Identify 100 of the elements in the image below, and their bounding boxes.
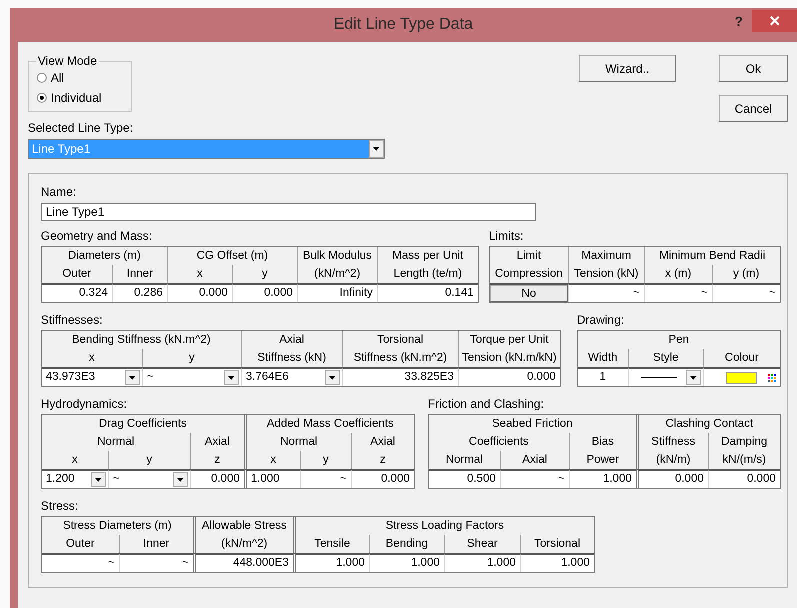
line-style-dropdown[interactable] <box>628 367 703 386</box>
table-cell[interactable]: ~ <box>119 553 193 572</box>
window-title: Edit Line Type Data <box>334 16 474 34</box>
column-header: Minimum Bend Radii <box>644 247 780 265</box>
table-cell[interactable]: 0.000 <box>458 367 560 386</box>
column-header: Diameters (m) <box>67 249 142 264</box>
table-cell[interactable]: 0.000 <box>351 469 414 488</box>
table-cell[interactable]: ~ <box>644 283 712 302</box>
column-header: Outer <box>65 537 96 552</box>
column-header: Maximum <box>568 247 644 265</box>
column-header: Limit <box>516 249 542 264</box>
column-header: Axial <box>241 331 342 349</box>
dropdown-button[interactable] <box>224 370 239 385</box>
table-cell[interactable]: 0.324 <box>42 283 112 302</box>
table-cell[interactable]: ~ <box>712 283 780 302</box>
field-label: Name: <box>41 185 78 200</box>
caret-icon <box>329 376 336 380</box>
dropdown-field[interactable]: ~ <box>142 367 241 386</box>
name-field[interactable]: Line Type1 <box>41 203 536 221</box>
table-cell[interactable]: ~ <box>500 469 569 488</box>
column-header: CG Offset (m) <box>167 247 297 265</box>
table-cell[interactable]: 0.000 <box>232 283 297 302</box>
caret-icon <box>177 478 184 482</box>
column-header: Normal <box>96 435 136 450</box>
column-header: Drag Coefficients <box>98 417 188 432</box>
column-header: Axial <box>351 433 414 451</box>
column-header: Outer <box>62 267 92 282</box>
close-button[interactable] <box>752 10 797 32</box>
dropdown-field[interactable]: ~ <box>108 469 190 488</box>
dropdown-button[interactable] <box>686 370 701 385</box>
table-cell[interactable]: 1.000 <box>569 469 636 488</box>
table-cell[interactable]: 0.000 <box>636 469 708 488</box>
table-cell[interactable]: 1 <box>578 367 628 386</box>
column-header: Damping <box>708 433 780 451</box>
column-header: Pen <box>668 333 690 348</box>
ok-button[interactable]: Ok <box>719 55 788 82</box>
table-cell[interactable]: 448.000E3 <box>193 553 293 572</box>
radio-label: Individual <box>51 91 102 105</box>
dropdown-button[interactable] <box>91 472 106 487</box>
column-header: Mass per Unit <box>377 247 478 265</box>
radio-button[interactable] <box>37 73 47 83</box>
dropdown-field[interactable]: 43.973E3 <box>42 367 142 386</box>
cancel-button[interactable]: Cancel <box>719 95 788 122</box>
caret-icon <box>95 478 102 482</box>
table-cell[interactable]: 1.000 <box>244 469 300 488</box>
table-cell[interactable]: 0.141 <box>377 283 478 302</box>
table-cell[interactable]: 0.286 <box>112 283 167 302</box>
column-header: Axial <box>190 433 244 451</box>
caret-icon <box>228 376 235 380</box>
column-header: Bending Stiffness (kN.m^2) <box>71 333 212 348</box>
table-cell[interactable]: 0.000 <box>167 283 232 302</box>
column-header: Stress Loading Factors <box>293 517 594 535</box>
column-header: Stiffness <box>636 433 708 451</box>
column-header: Stress Diameters (m) <box>62 519 173 534</box>
column-header: Allowable Stress <box>193 517 293 535</box>
close-icon <box>770 16 780 26</box>
caret-icon <box>129 376 136 380</box>
table-cell[interactable]: ~ <box>568 283 644 302</box>
toggle-button[interactable]: No <box>490 285 568 302</box>
column-header: Torque per Unit <box>458 331 560 349</box>
column-header: Bulk Modulus <box>297 247 377 265</box>
section-label: Limits: <box>489 229 525 244</box>
dropdown-button[interactable] <box>325 370 340 385</box>
dropdown-field[interactable]: 3.764E6 <box>241 367 342 386</box>
column-header: Added Mass Coefficients <box>244 415 414 433</box>
help-button[interactable]: ? <box>727 10 751 32</box>
table-cell[interactable]: 0.000 <box>190 469 244 488</box>
column-header: Clashing Contact <box>636 415 780 433</box>
column-header: Width <box>587 351 619 366</box>
group-label: View Mode <box>37 55 98 68</box>
dropdown-button[interactable] <box>173 472 188 487</box>
dropdown-field[interactable]: 1.200 <box>42 469 108 488</box>
palette-icon <box>767 372 777 382</box>
table-cell[interactable]: ~ <box>300 469 351 488</box>
table-cell[interactable]: 1.000 <box>520 553 594 572</box>
table-cell[interactable]: 1.000 <box>444 553 520 572</box>
table-cell[interactable]: 1.000 <box>293 553 369 572</box>
section-label: Stiffnesses: <box>41 313 104 328</box>
table-cell[interactable]: 1.000 <box>369 553 444 572</box>
table-cell[interactable]: 0.500 <box>429 469 500 488</box>
table-cell[interactable]: ~ <box>42 553 119 572</box>
radio-button[interactable] <box>37 93 47 103</box>
table-cell[interactable]: 0.000 <box>708 469 780 488</box>
column-header: Normal <box>244 433 351 451</box>
table-cell[interactable]: Infinity <box>297 283 377 302</box>
column-header: Bias <box>569 433 636 451</box>
table-cell[interactable]: 33.825E3 <box>342 367 458 386</box>
section-label: Hydrodynamics: <box>41 397 128 412</box>
section-label: Drawing: <box>577 313 626 328</box>
wizard-button[interactable]: Wizard.. <box>579 55 676 82</box>
color-swatch[interactable] <box>726 372 757 384</box>
dropdown-button[interactable] <box>369 140 384 158</box>
field-label: Selected Line Type: <box>28 121 134 136</box>
palette-button[interactable] <box>767 372 777 382</box>
column-header: Torsional <box>342 331 458 349</box>
column-header: x <box>71 453 79 468</box>
column-header: Seabed Friction <box>491 417 574 432</box>
section-label: Stress: <box>41 499 80 514</box>
dropdown-button[interactable] <box>125 370 140 385</box>
caret-icon <box>690 376 697 380</box>
